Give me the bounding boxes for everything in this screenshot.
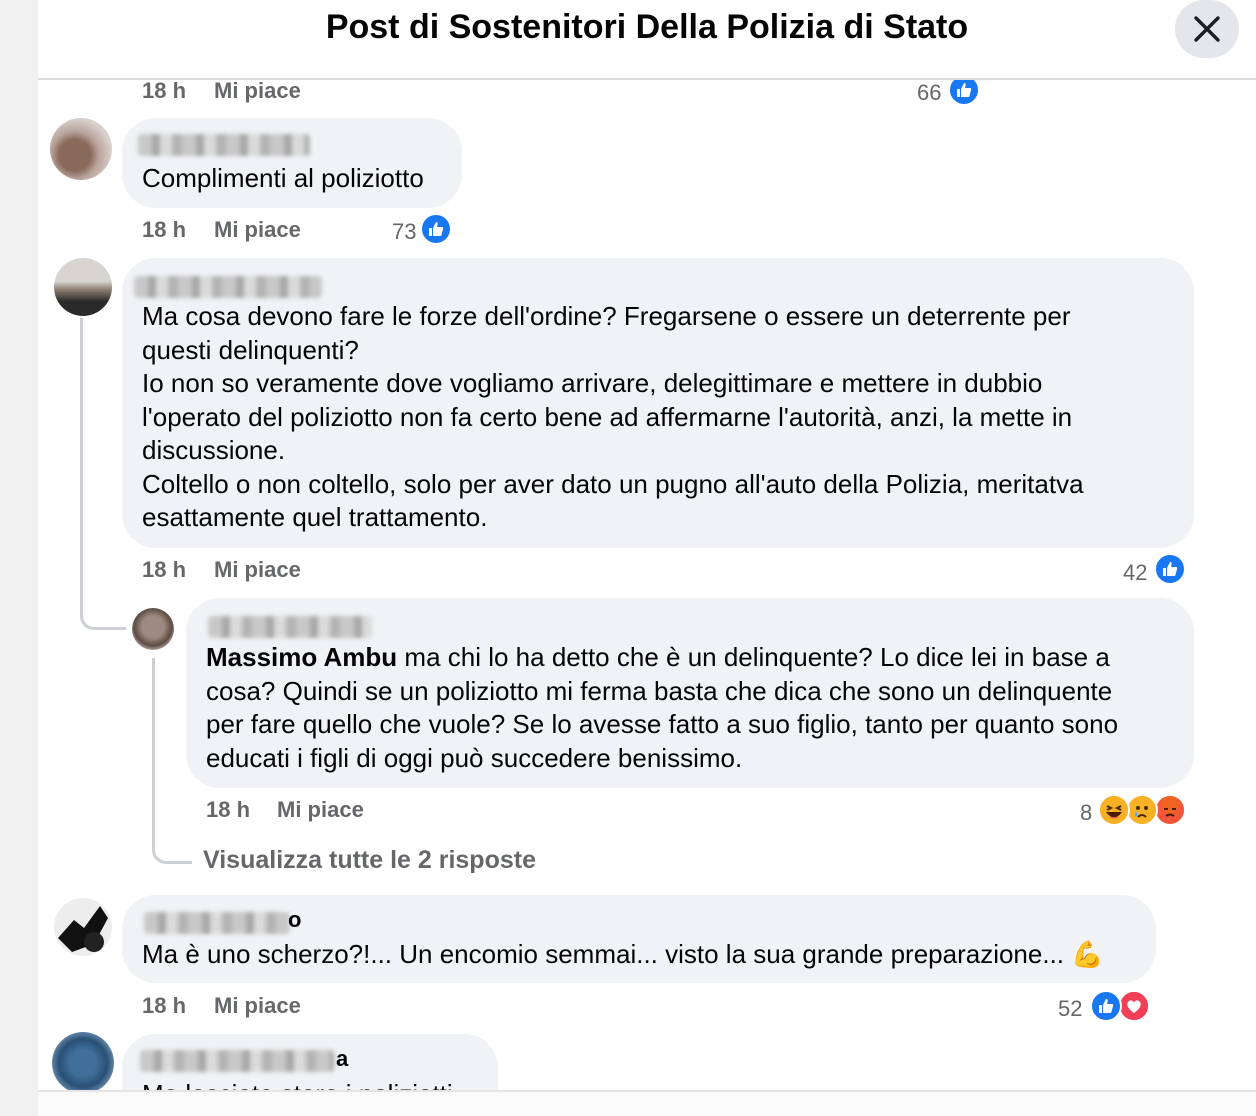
angry-reaction-icon [1154, 794, 1186, 826]
avatar[interactable] [54, 898, 112, 956]
comment-bubble: Complimenti al poliziotto [122, 118, 462, 208]
love-reaction-icon [1118, 990, 1150, 1022]
like-reaction-icon [1154, 553, 1186, 585]
avatar[interactable] [132, 608, 174, 650]
avatar[interactable] [52, 1032, 114, 1094]
dialog-header: Post di Sostenitori Della Polizia di Sta… [38, 0, 1256, 80]
avatar[interactable] [54, 258, 112, 316]
commenter-name-blurred[interactable] [208, 616, 372, 638]
comment-text: Massimo Ambu ma chi lo ha detto che è un… [206, 641, 1118, 775]
haha-reaction-icon [1098, 794, 1130, 826]
like-button[interactable]: Mi piace [214, 557, 301, 583]
comment-text: Complimenti al poliziotto [142, 163, 424, 193]
like-reaction-icon [1090, 990, 1122, 1022]
close-button[interactable] [1175, 0, 1239, 58]
like-button[interactable]: Mi piace [214, 993, 301, 1019]
sad-reaction-icon [1126, 794, 1158, 826]
comment-time[interactable]: 18 h [142, 78, 186, 104]
commenter-name-blurred[interactable] [140, 1050, 334, 1072]
reaction-count[interactable]: 73 [392, 219, 416, 245]
avatar[interactable] [50, 118, 112, 180]
commenter-name-blurred[interactable] [134, 276, 322, 298]
dialog-title: Post di Sostenitori Della Polizia di Sta… [325, 8, 969, 46]
like-button[interactable]: Mi piace [214, 78, 301, 104]
comment-time[interactable]: 18 h [142, 993, 186, 1019]
mention-link[interactable]: Massimo Ambu [206, 642, 397, 672]
like-button[interactable]: Mi piace [214, 217, 301, 243]
comment-text: Ma cosa devono fare le forze dell'ordine… [142, 301, 1084, 532]
comment-bubble: o Ma è uno scherzo?!... Un encomio semma… [122, 895, 1156, 983]
comment-time[interactable]: 18 h [206, 797, 250, 823]
comment-time[interactable]: 18 h [142, 217, 186, 243]
like-button[interactable]: Mi piace [277, 797, 364, 823]
commenter-name-fragment[interactable]: o [288, 907, 301, 933]
comment-time[interactable]: 18 h [142, 557, 186, 583]
reaction-count[interactable]: 66 [917, 80, 941, 106]
comment-bubble: Ma cosa devono fare le forze dell'ordine… [122, 258, 1194, 548]
reaction-count[interactable]: 42 [1123, 560, 1147, 586]
reaction-count[interactable]: 52 [1058, 996, 1082, 1022]
view-replies-link[interactable]: Visualizza tutte le 2 risposte [203, 846, 536, 875]
commenter-name-fragment[interactable]: a [336, 1046, 348, 1072]
dialog-bottom-edge [38, 1090, 1256, 1116]
commenter-name-blurred[interactable] [144, 912, 290, 934]
reaction-count[interactable]: 8 [1080, 800, 1092, 826]
comment-bubble: Massimo Ambu ma chi lo ha detto che è un… [186, 598, 1194, 788]
like-reaction-icon [420, 213, 452, 245]
comments-dialog: Post di Sostenitori Della Polizia di Sta… [38, 0, 1256, 1116]
comment-text: Ma è uno scherzo?!... Un encomio semmai.… [142, 939, 1104, 969]
close-icon [1194, 16, 1220, 42]
thread-line [80, 318, 126, 630]
commenter-name-blurred[interactable] [138, 134, 310, 156]
